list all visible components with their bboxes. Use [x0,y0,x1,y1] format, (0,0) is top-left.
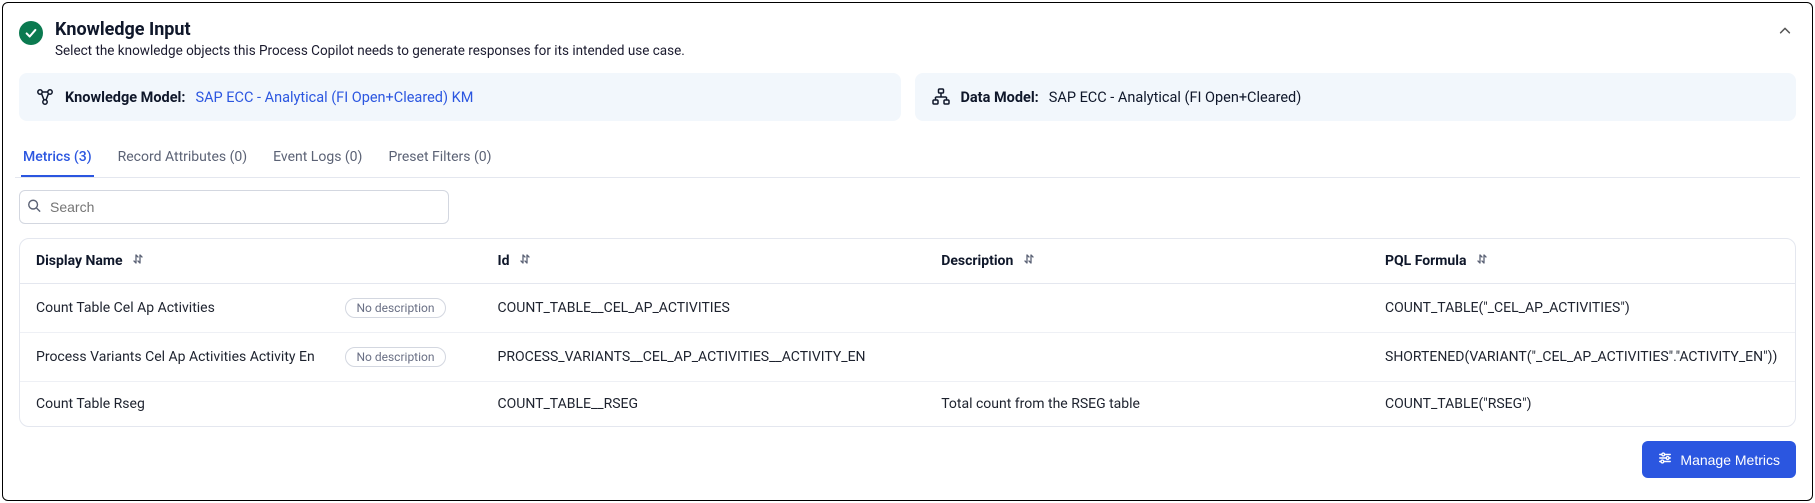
row-pql: COUNT_TABLE("_CEL_AP_ACTIVITIES") [1369,284,1795,333]
knowledge-model-label: Knowledge Model: [65,89,185,106]
row-pql: COUNT_TABLE("RSEG") [1369,382,1795,427]
tab-event-logs[interactable]: Event Logs (0) [271,143,364,177]
no-description-badge: No description [345,347,445,367]
manage-metrics-label: Manage Metrics [1680,452,1780,468]
table-row[interactable]: Process Variants Cel Ap Activities Activ… [20,333,1795,382]
tabs: Metrics (3) Record Attributes (0) Event … [15,133,1800,178]
row-pql: SHORTENED(VARIANT("_CEL_AP_ACTIVITIES"."… [1369,333,1795,382]
row-id: COUNT_TABLE__CEL_AP_ACTIVITIES [482,284,926,333]
search-box [19,190,449,224]
col-pql[interactable]: PQL Formula [1369,239,1795,284]
page-subtitle: Select the knowledge objects this Proces… [55,43,1774,59]
sort-icon [1023,253,1035,269]
row-description [925,284,1369,333]
col-description[interactable]: Description [925,239,1369,284]
row-description: Total count from the RSEG table [925,382,1369,427]
row-display-name: Count Table Rseg [36,396,145,412]
knowledge-model-icon [35,87,55,107]
row-description [925,333,1369,382]
knowledge-model-link[interactable]: SAP ECC - Analytical (FI Open+Cleared) K… [195,89,473,106]
sort-icon [519,253,531,269]
data-model-label: Data Model: [961,89,1039,106]
row-display-name: Process Variants Cel Ap Activities Activ… [36,349,315,365]
search-input[interactable] [19,190,449,224]
metrics-table: Display Name Id Description PQL Formula [19,238,1796,427]
row-id: COUNT_TABLE__RSEG [482,382,926,427]
page-title: Knowledge Input [55,19,1774,40]
tab-metrics[interactable]: Metrics (3) [21,143,94,177]
check-icon [19,21,43,45]
manage-metrics-button[interactable]: Manage Metrics [1642,441,1796,478]
tab-preset-filters[interactable]: Preset Filters (0) [386,143,493,177]
model-info-row: Knowledge Model: SAP ECC - Analytical (F… [15,73,1800,129]
panel-header: Knowledge Input Select the knowledge obj… [15,13,1800,73]
col-pql-label: PQL Formula [1385,253,1466,269]
data-model-card: Data Model: SAP ECC - Analytical (FI Ope… [915,73,1797,121]
col-id[interactable]: Id [482,239,926,284]
knowledge-input-panel: Knowledge Input Select the knowledge obj… [2,2,1813,501]
no-description-badge: No description [345,298,445,318]
data-model-value: SAP ECC - Analytical (FI Open+Cleared) [1049,89,1302,106]
table-row[interactable]: Count Table Cel Ap Activities No descript… [20,284,1795,333]
row-display-name: Count Table Cel Ap Activities [36,300,215,316]
sliders-icon [1658,451,1672,468]
col-display-name[interactable]: Display Name [20,239,482,284]
row-id: PROCESS_VARIANTS__CEL_AP_ACTIVITIES__ACT… [482,333,926,382]
table-row[interactable]: Count Table Rseg COUNT_TABLE__RSEGTotal c… [20,382,1795,427]
tab-record-attributes[interactable]: Record Attributes (0) [116,143,250,177]
search-icon [27,198,41,217]
col-id-label: Id [498,253,510,269]
collapse-button[interactable] [1774,19,1796,46]
knowledge-model-card: Knowledge Model: SAP ECC - Analytical (F… [19,73,901,121]
sort-icon [132,253,144,269]
chevron-up-icon [1778,24,1792,38]
sort-icon [1476,253,1488,269]
col-display-name-label: Display Name [36,253,123,269]
data-model-icon [931,87,951,107]
col-description-label: Description [941,253,1013,269]
